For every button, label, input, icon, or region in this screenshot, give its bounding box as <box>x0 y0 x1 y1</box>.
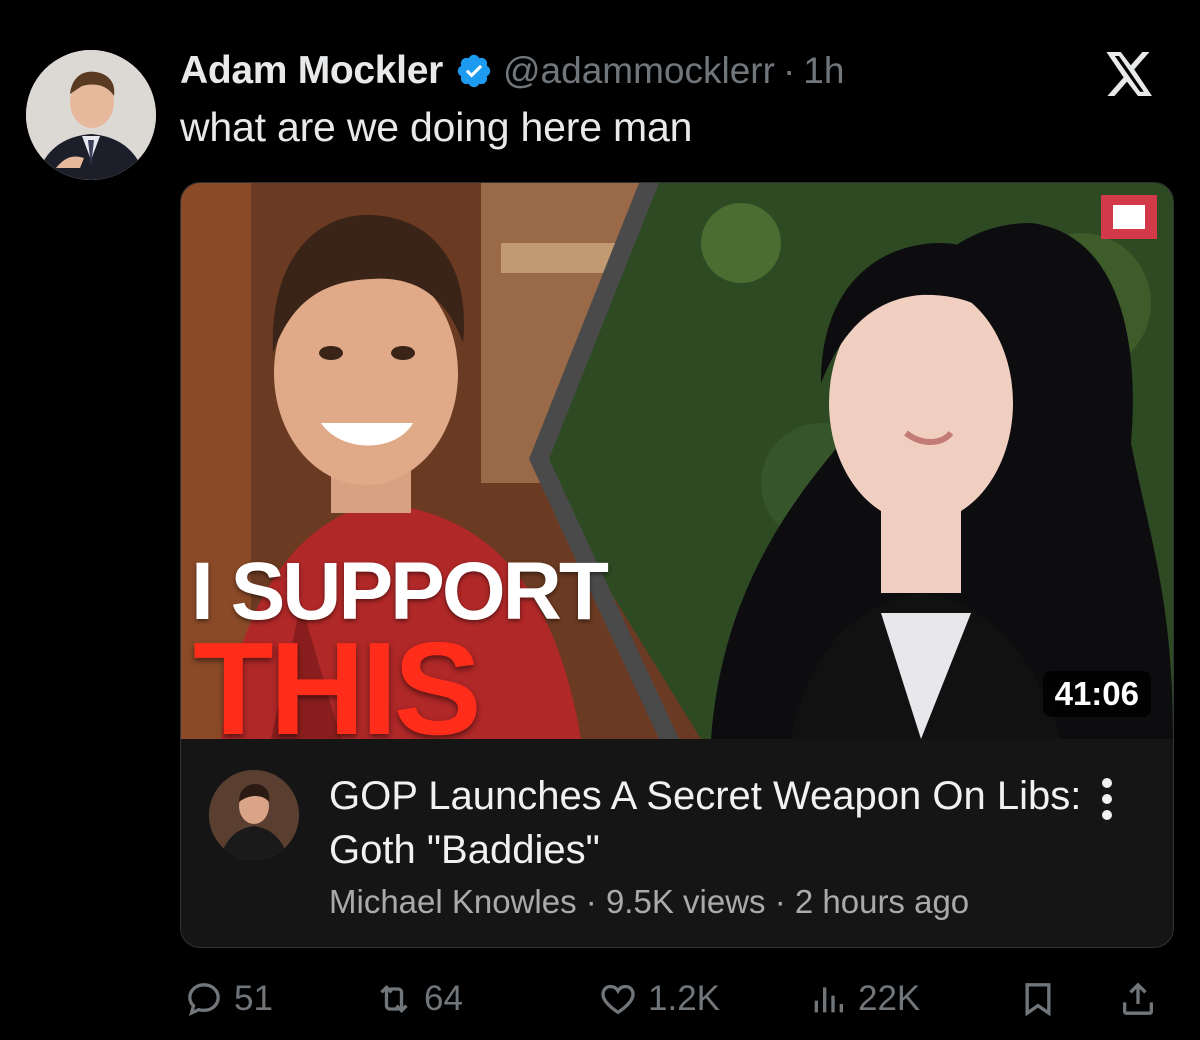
channel-name[interactable]: Michael Knowles <box>329 883 577 920</box>
meta-separator: · <box>576 883 606 920</box>
reply-button[interactable]: 51 <box>184 972 273 1026</box>
retweet-button[interactable]: 64 <box>374 972 463 1026</box>
tweet-header: Adam Mockler @adammocklerr · 1h <box>180 44 844 98</box>
heart-icon <box>601 984 635 1015</box>
tweet-text: what are we doing here man <box>180 104 693 150</box>
retweet-icon <box>380 984 408 1014</box>
x-logo-icon <box>1106 52 1152 96</box>
like-button[interactable]: 1.2K <box>598 972 720 1026</box>
video-thumbnail[interactable]: I SUPPORT THIS 41:06 <box>181 183 1173 739</box>
video-title[interactable]: GOP Launches A Secret Weapon On Libs: Go… <box>329 769 1089 877</box>
author-name[interactable]: Adam Mockler <box>180 49 443 93</box>
bookmark-button[interactable] <box>1018 972 1068 1026</box>
bookmark-icon <box>1025 983 1051 1017</box>
author-avatar[interactable] <box>26 50 156 180</box>
retweet-count: 64 <box>424 979 463 1018</box>
view-count: 9.5K views <box>605 883 766 920</box>
views-chart-icon <box>814 987 843 1013</box>
video-card[interactable]: I SUPPORT THIS 41:06 GOP Launches A Secr… <box>180 182 1174 948</box>
tweet-actions: 51 64 1.2K 22K <box>180 972 1172 1026</box>
verified-badge-icon <box>457 54 491 88</box>
meta-separator: · <box>765 883 795 920</box>
share-icon <box>1123 982 1153 1015</box>
reply-icon <box>188 983 220 1016</box>
reply-count: 51 <box>234 979 273 1018</box>
posted-time: 2 hours ago <box>794 883 970 920</box>
author-handle[interactable]: @adammocklerr <box>503 50 775 92</box>
views-count: 22K <box>858 979 921 1018</box>
header-separator: · <box>782 50 796 91</box>
channel-avatar[interactable] <box>209 770 299 860</box>
video-duration: 41:06 <box>1042 671 1151 717</box>
share-button[interactable] <box>1118 972 1168 1026</box>
video-meta: Michael Knowles · 9.5K views · 2 hours a… <box>329 883 969 921</box>
like-count: 1.2K <box>648 979 720 1018</box>
thumbnail-caption-line2: THIS <box>193 615 482 740</box>
tweet-timestamp[interactable]: 1h <box>803 50 844 92</box>
more-vertical-icon[interactable] <box>1097 775 1117 825</box>
views-button[interactable]: 22K <box>808 972 920 1026</box>
